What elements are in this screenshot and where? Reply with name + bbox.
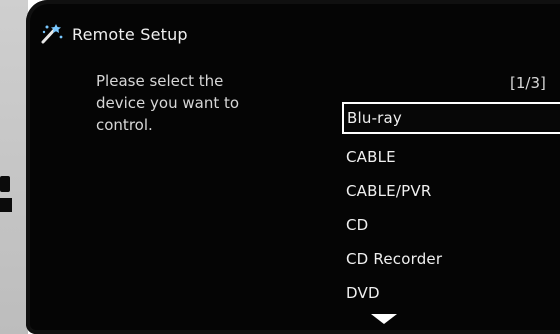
device-option-cable[interactable]: CABLE [342,140,560,174]
screen-title: Remote Setup [72,24,188,44]
page-indicator: [1/3] [510,74,546,92]
header: Remote Setup [38,22,188,46]
partial-text-fragment [0,176,10,192]
instruction-text: Please select the device you want to con… [96,72,240,134]
magic-wand-icon [38,22,64,46]
device-option-blu-ray[interactable]: Blu-ray [342,102,560,134]
device-option-dvd[interactable]: DVD [342,276,560,310]
device-list: Blu-ray CABLE CABLE/PVR CD CD Recorder D… [342,102,560,310]
device-option-cable-pvr[interactable]: CABLE/PVR [342,174,560,208]
remote-setup-screen: Remote Setup Please select the device yo… [26,0,560,334]
scene: Remote Setup Please select the device yo… [0,0,560,334]
device-label: DVD [346,284,380,302]
device-label: CD [346,216,369,234]
down-arrow-icon[interactable] [371,312,397,326]
partial-text-fragment [0,198,12,212]
device-option-cd-recorder[interactable]: CD Recorder [342,242,560,276]
device-label: CD Recorder [346,250,443,268]
device-option-cd[interactable]: CD [342,208,560,242]
device-label: CABLE [346,148,396,166]
bezel-edge [0,0,28,334]
device-label: Blu-ray [347,109,403,127]
device-label: CABLE/PVR [346,182,432,200]
